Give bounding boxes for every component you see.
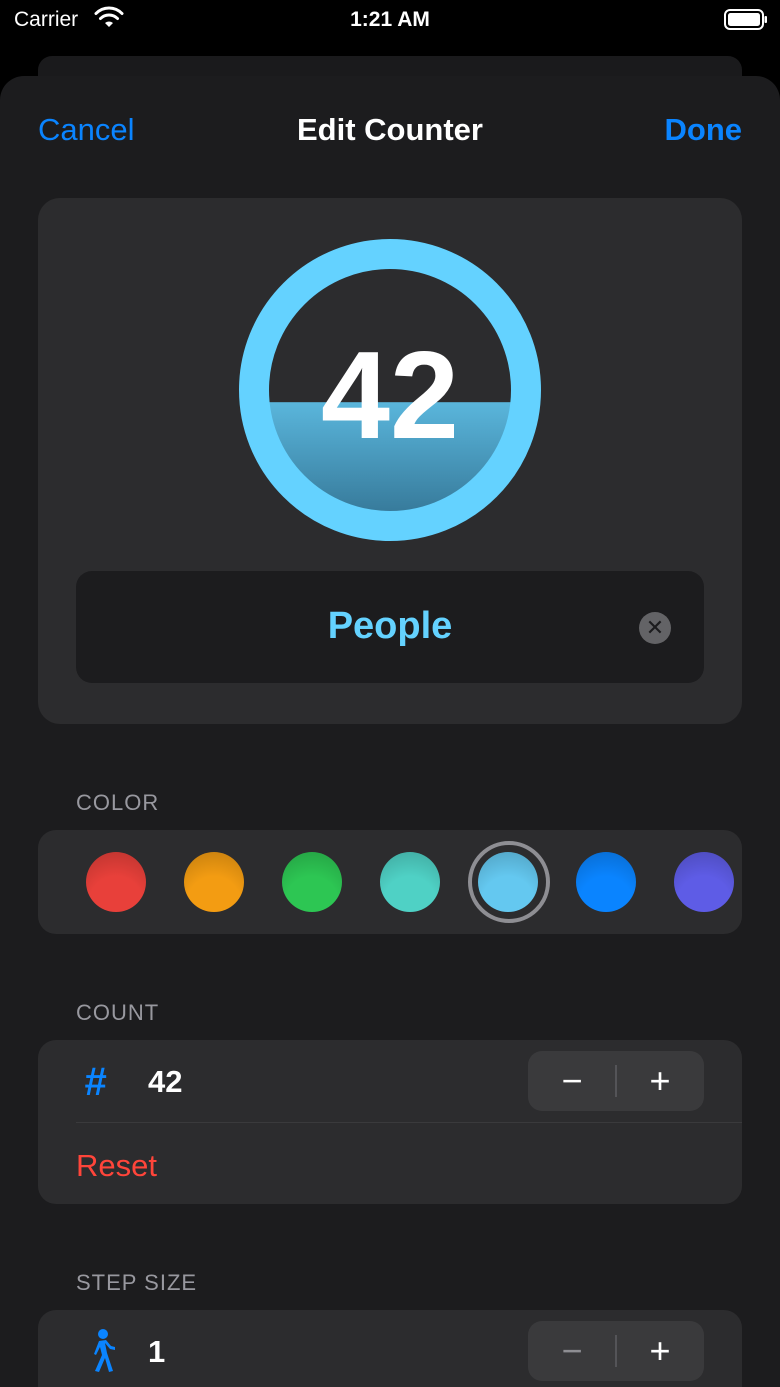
color-swatch-teal[interactable] [380,852,440,912]
color-swatch-light-blue[interactable] [478,852,538,912]
step-stepper[interactable]: − + [528,1321,704,1381]
status-bar: Carrier 1:21 AM [0,0,780,44]
step-size-section-header: STEP SIZE [76,1270,198,1295]
page-title: Edit Counter [297,112,483,147]
screen: Carrier 1:21 AM Cancel Edit Counter Done [0,0,780,1387]
walking-figure-icon [94,1329,115,1372]
row-divider [76,1122,742,1123]
color-swatch-red[interactable] [86,852,146,912]
count-stepper[interactable]: − + [528,1051,704,1111]
battery-icon [724,9,767,30]
hash-icon: # [84,1060,107,1104]
count-value: 42 [148,1064,183,1099]
done-button[interactable]: Done [665,112,743,148]
count-card: # 42 − + Reset [38,1040,742,1204]
name-field[interactable]: People ✕ [76,571,704,683]
count-increment-button[interactable]: + [616,1051,704,1111]
step-size-card: 1 − + [38,1310,742,1387]
counter-preview-value: 42 [321,327,459,465]
color-swatch-blue[interactable] [576,852,636,912]
color-section-header: COLOR [76,790,160,815]
counter-preview-ring: 42 [239,239,541,541]
count-decrement-button[interactable]: − [528,1051,616,1111]
step-increment-button[interactable]: + [616,1321,704,1381]
name-text[interactable]: People [76,605,704,648]
color-swatch-orange[interactable] [184,852,244,912]
clock: 1:21 AM [350,8,430,31]
step-decrement-button[interactable]: − [528,1321,616,1381]
clear-icon[interactable]: ✕ [639,612,671,644]
color-swatch-indigo[interactable] [674,852,734,912]
count-section-header: COUNT [76,1000,160,1025]
color-swatch-green[interactable] [282,852,342,912]
color-picker [38,830,742,934]
step-value: 1 [148,1334,166,1369]
reset-button[interactable]: Reset [76,1148,157,1184]
